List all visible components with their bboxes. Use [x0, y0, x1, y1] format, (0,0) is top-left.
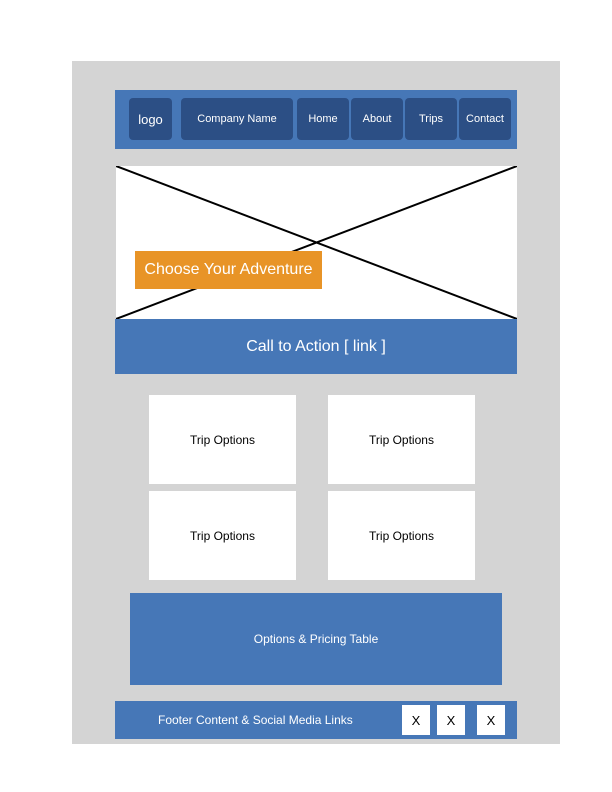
image-placeholder-icon: [116, 166, 517, 319]
nav-trips[interactable]: Trips: [405, 98, 457, 140]
pricing-table: Options & Pricing Table: [130, 593, 502, 685]
social-link-icon[interactable]: X: [477, 705, 505, 735]
nav-about[interactable]: About: [351, 98, 403, 140]
hero-headline: Choose Your Adventure: [135, 251, 322, 289]
nav-contact[interactable]: Contact: [459, 98, 511, 140]
call-to-action-link[interactable]: Call to Action [ link ]: [115, 319, 517, 374]
social-link-icon[interactable]: X: [437, 705, 465, 735]
trip-option-card[interactable]: Trip Options: [149, 491, 296, 580]
nav-home[interactable]: Home: [297, 98, 349, 140]
logo-button[interactable]: logo: [129, 98, 172, 140]
company-name-button[interactable]: Company Name: [181, 98, 293, 140]
social-link-icon[interactable]: X: [402, 705, 430, 735]
site-header: logo Company Name Home About Trips Conta…: [115, 90, 517, 149]
trip-option-card[interactable]: Trip Options: [149, 395, 296, 484]
trip-option-card[interactable]: Trip Options: [328, 491, 475, 580]
site-footer: Footer Content & Social Media Links X X …: [115, 701, 517, 739]
footer-content: Footer Content & Social Media Links: [158, 713, 353, 727]
hero-image-section: Choose Your Adventure: [116, 166, 517, 319]
trip-option-card[interactable]: Trip Options: [328, 395, 475, 484]
